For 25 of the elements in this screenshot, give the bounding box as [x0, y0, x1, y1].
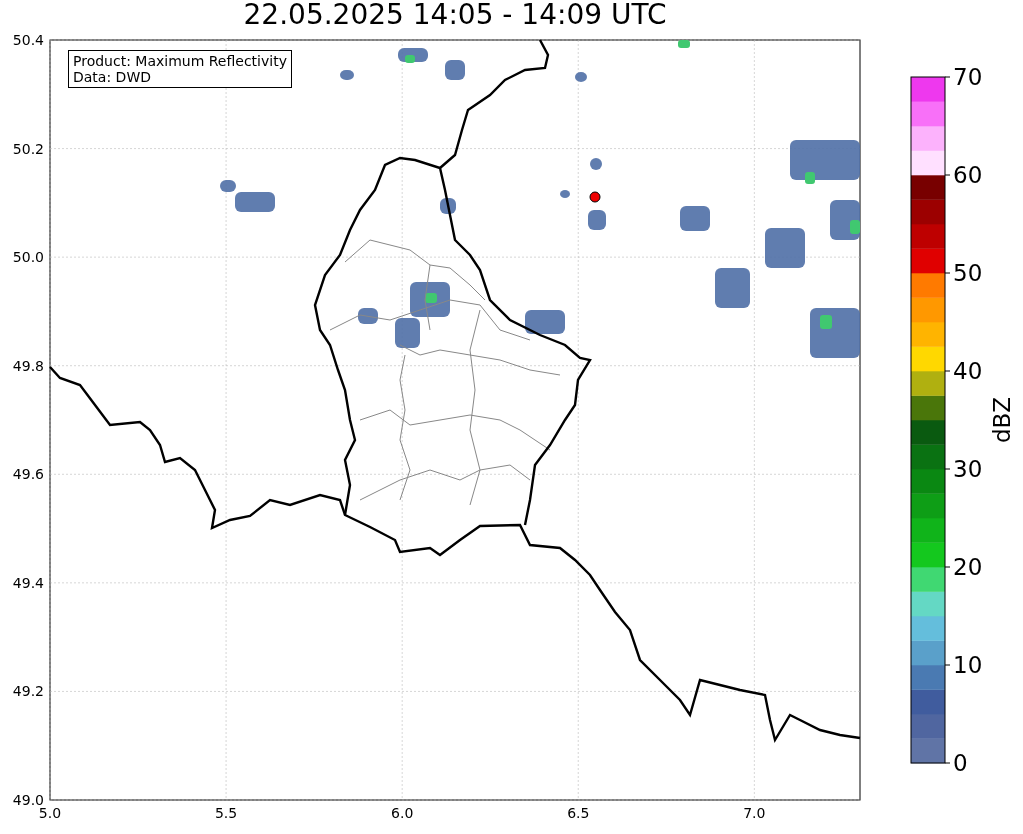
colorbar-tick-label: 30: [953, 456, 983, 482]
colorbar-tick-label: 50: [953, 260, 983, 286]
y-tick-label: 49.6: [12, 466, 44, 483]
x-tick-label: 5.5: [214, 805, 238, 821]
y-tick-label: 50.2: [12, 140, 44, 157]
y-tick-label: 50.4: [12, 32, 44, 48]
y-tick-label: 49.0: [12, 792, 44, 808]
colorbar-tick-label: 10: [953, 652, 983, 678]
colorbar-tick-label: 70: [953, 64, 983, 90]
x-tick-label: 6.0: [391, 805, 414, 821]
y-tick-label: 50.0: [12, 249, 44, 266]
y-tick-label: 49.8: [12, 357, 44, 374]
colorbar-tick-label: 0: [953, 750, 968, 776]
colorbar-tick-label: 60: [953, 162, 983, 188]
x-tick-label: 5.0: [38, 805, 62, 821]
y-tick-label: 49.2: [12, 683, 44, 700]
chart-title: 22.05.2025 14:05 - 14:09 UTC: [243, 0, 667, 30]
colorbar-tick-label: 40: [953, 358, 983, 384]
legend-text: Product: Maximum Reflectivity: [73, 53, 287, 69]
x-tick-label: 6.5: [567, 805, 590, 821]
colorbar-tick-label: 20: [953, 554, 983, 580]
x-tick-label: 7.0: [743, 805, 766, 821]
legend-text: Data: DWD: [73, 69, 152, 85]
colorbar-label: dBZ: [989, 396, 1015, 444]
y-tick-label: 49.4: [12, 574, 44, 591]
